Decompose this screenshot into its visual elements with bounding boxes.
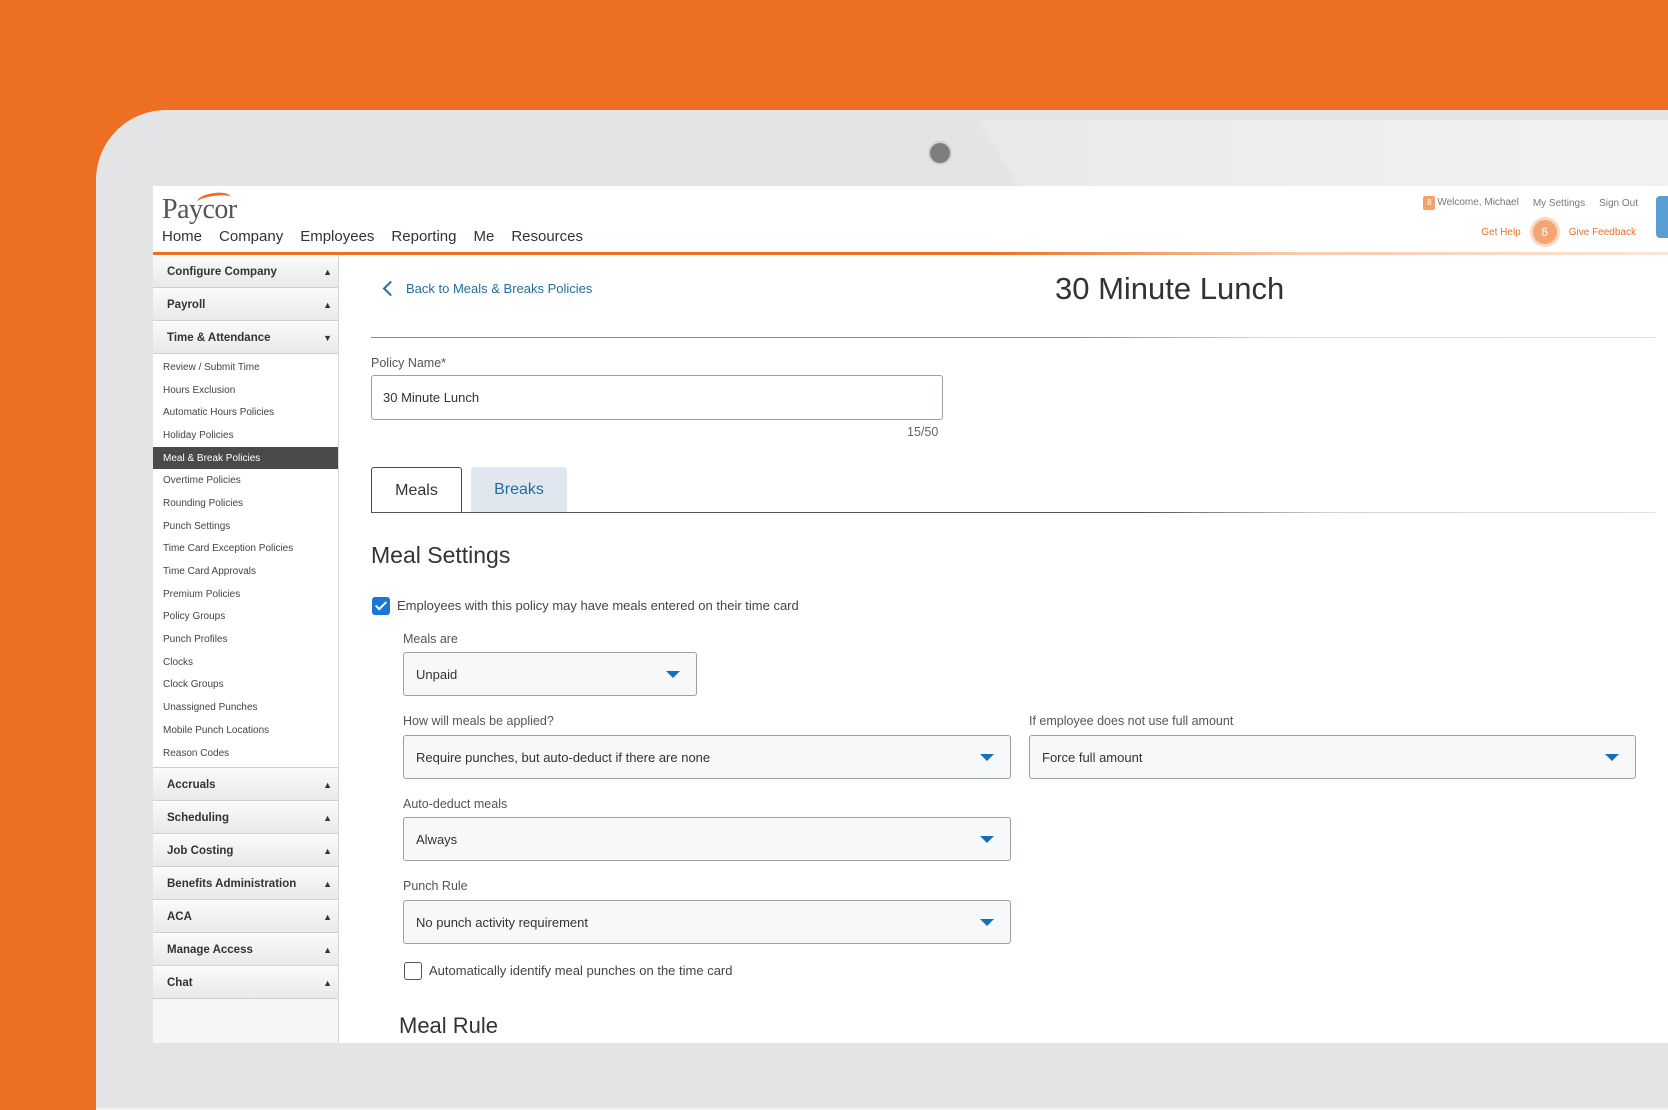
sidebar-section-scheduling[interactable]: Scheduling ▲ — [153, 801, 338, 835]
sidebar-item-rounding-policies[interactable]: Rounding Policies — [153, 492, 338, 515]
chevron-up-icon: ▲ — [323, 911, 332, 922]
chevron-up-icon: ▲ — [323, 878, 332, 889]
get-help-link[interactable]: Get Help — [1481, 227, 1520, 238]
caret-down-icon — [980, 754, 994, 761]
sidebar-section-time-attendance[interactable]: Time & Attendance ▼ — [153, 321, 338, 354]
meals-enabled-checkbox[interactable] — [372, 597, 390, 615]
notification-badge[interactable]: 8 — [1423, 196, 1436, 210]
sidebar-section-chat[interactable]: Chat ▲ — [153, 966, 338, 1000]
caret-down-icon — [1605, 754, 1619, 761]
tab-divider — [371, 512, 1655, 513]
title-divider — [371, 337, 1655, 338]
side-panel-tab[interactable] — [1656, 196, 1668, 238]
sidebar-item-overtime-policies[interactable]: Overtime Policies — [153, 469, 338, 493]
give-feedback-link[interactable]: Give Feedback — [1569, 227, 1636, 238]
full-amount-select[interactable]: Force full amount — [1029, 735, 1636, 779]
meal-settings-heading: Meal Settings — [371, 542, 511, 568]
sidebar-section-configure-company[interactable]: Configure Company ▲ — [153, 255, 338, 288]
policy-name-input[interactable]: 30 Minute Lunch — [371, 375, 943, 420]
sidebar-item-time-card-approvals[interactable]: Time Card Approvals — [153, 560, 338, 583]
sidebar-item-hours-exclusion[interactable]: Hours Exclusion — [153, 378, 338, 402]
app-screen: Paycor Home Company Employees Reporting … — [153, 186, 1668, 1043]
header-accent-line — [153, 252, 1668, 255]
sidebar-item-premium-policies[interactable]: Premium Policies — [153, 582, 338, 606]
meals-applied-select[interactable]: Require punches, but auto-deduct if ther… — [403, 735, 1011, 779]
back-link[interactable]: Back to Meals & Breaks Policies — [381, 280, 593, 297]
sidebar-section-manage-access[interactable]: Manage Access ▲ — [153, 933, 338, 967]
time-attendance-items: Review / Submit Time Hours Exclusion Aut… — [153, 354, 338, 769]
sidebar-item-holiday-policies[interactable]: Holiday Policies — [153, 424, 338, 447]
nav-me[interactable]: Me — [473, 228, 494, 245]
auto-deduct-select[interactable]: Always — [403, 817, 1011, 861]
chevron-left-icon — [382, 280, 399, 297]
nav-resources[interactable]: Resources — [511, 228, 583, 245]
chevron-up-icon: ▲ — [323, 944, 332, 955]
sidebar-item-reason-codes[interactable]: Reason Codes — [153, 741, 338, 765]
punch-rule-label: Punch Rule — [403, 879, 468, 893]
full-amount-label: If employee does not use full amount — [1029, 714, 1234, 728]
auto-identify-label: Automatically identify meal punches on t… — [429, 963, 733, 978]
bezel-sheen — [978, 120, 1668, 190]
sidebar-item-punch-profiles[interactable]: Punch Profiles — [153, 628, 338, 651]
tab-meals[interactable]: Meals — [371, 467, 462, 513]
meals-are-label: Meals are — [403, 632, 458, 646]
sidebar-item-clock-groups[interactable]: Clock Groups — [153, 673, 338, 697]
sidebar-item-time-card-exception-policies[interactable]: Time Card Exception Policies — [153, 537, 338, 561]
page-title: 30 Minute Lunch — [1055, 271, 1285, 306]
main-nav: Home Company Employees Reporting Me Reso… — [162, 228, 583, 245]
my-settings-link[interactable]: My Settings — [1533, 198, 1585, 209]
sidebar-section-aca[interactable]: ACA ▲ — [153, 900, 338, 934]
user-utilities: 8 Welcome, Michael My Settings Sign Out — [1423, 196, 1638, 210]
sidebar-item-automatic-hours-policies[interactable]: Automatic Hours Policies — [153, 401, 338, 425]
meals-enabled-label: Employees with this policy may have meal… — [397, 598, 799, 613]
sign-out-link[interactable]: Sign Out — [1599, 198, 1638, 209]
sidebar-item-unassigned-punches[interactable]: Unassigned Punches — [153, 696, 338, 719]
chevron-up-icon: ▲ — [323, 977, 332, 988]
caret-down-icon — [980, 836, 994, 843]
sidebar-item-mobile-punch-locations[interactable]: Mobile Punch Locations — [153, 719, 338, 742]
nav-employees[interactable]: Employees — [300, 228, 374, 245]
help-count-badge[interactable]: 6 — [1532, 220, 1557, 244]
sidebar-section-payroll[interactable]: Payroll ▲ — [153, 288, 338, 321]
chevron-up-icon: ▲ — [323, 812, 332, 823]
camera-icon — [930, 143, 950, 163]
policy-name-char-count: 15/50 — [907, 425, 939, 439]
chevron-up-icon: ▲ — [323, 779, 332, 790]
policy-name-label: Policy Name* — [371, 356, 447, 370]
caret-down-icon — [980, 919, 994, 926]
caret-down-icon — [666, 671, 680, 678]
meals-applied-label: How will meals be applied? — [403, 714, 554, 728]
chevron-up-icon: ▲ — [323, 299, 332, 310]
chevron-up-icon: ▲ — [323, 845, 332, 856]
sidebar-item-review-submit-time[interactable]: Review / Submit Time — [153, 356, 338, 379]
sidebar-item-clocks[interactable]: Clocks — [153, 650, 338, 674]
sidebar-section-job-costing[interactable]: Job Costing ▲ — [153, 834, 338, 868]
chevron-down-icon: ▼ — [323, 332, 332, 343]
auto-identify-checkbox[interactable] — [404, 962, 422, 980]
nav-company[interactable]: Company — [219, 228, 283, 245]
chevron-up-icon: ▲ — [323, 266, 332, 277]
meals-are-select[interactable]: Unpaid — [403, 652, 697, 696]
welcome-text: 8 Welcome, Michael — [1423, 196, 1519, 210]
sidebar-section-benefits-administration[interactable]: Benefits Administration ▲ — [153, 867, 338, 901]
tab-breaks[interactable]: Breaks — [471, 467, 567, 513]
auto-deduct-label: Auto-deduct meals — [403, 797, 508, 811]
meal-rule-heading: Meal Rule — [399, 1013, 499, 1038]
sidebar-item-punch-settings[interactable]: Punch Settings — [153, 514, 338, 538]
sidebar-item-policy-groups[interactable]: Policy Groups — [153, 605, 338, 629]
sidebar: Configure Company ▲ Payroll ▲ Time & Atten… — [153, 255, 339, 1043]
nav-reporting[interactable]: Reporting — [391, 228, 456, 245]
nav-home[interactable]: Home — [162, 228, 202, 245]
back-link-label: Back to Meals & Breaks Policies — [406, 281, 593, 296]
help-row: Get Help 6 Give Feedback — [1481, 220, 1636, 244]
punch-rule-select[interactable]: No punch activity requirement — [403, 900, 1011, 944]
sidebar-section-accruals[interactable]: Accruals ▲ — [153, 768, 338, 802]
sidebar-item-meal-break-policies[interactable]: Meal & Break Policies — [153, 446, 338, 470]
